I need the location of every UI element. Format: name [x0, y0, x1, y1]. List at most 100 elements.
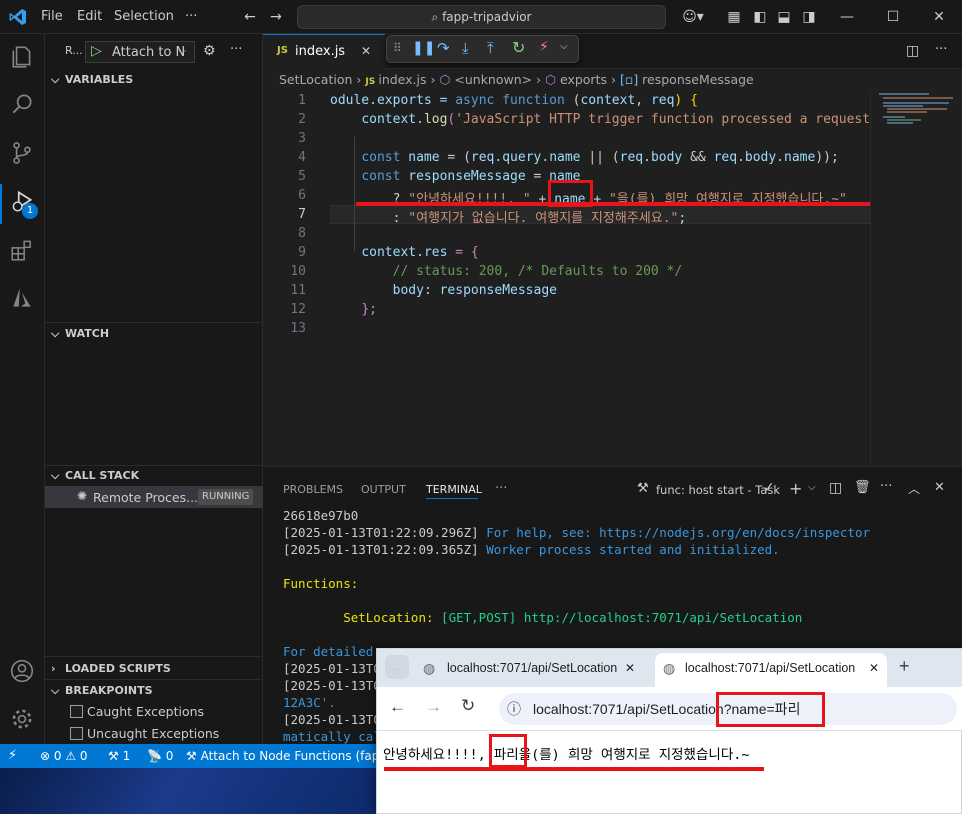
new-tab-icon[interactable]: + [899, 656, 910, 677]
reload-icon[interactable]: ↻ [461, 696, 475, 716]
variables-section[interactable]: ⌵ VARIABLES [45, 69, 263, 91]
toggle-secondary-sidebar-icon[interactable]: ◨ [800, 8, 818, 26]
desktop-wallpaper [0, 768, 376, 814]
code-token: . [541, 150, 550, 165]
tab-terminal[interactable]: TERMINAL [426, 483, 482, 496]
terminal-more-icon[interactable]: ··· [880, 479, 892, 494]
breadcrumb-folder[interactable]: SetLocation [279, 72, 352, 87]
panel-more-icon[interactable]: ··· [495, 481, 507, 496]
terminal-text: For help, see: https://nodejs.org/en/doc… [486, 525, 871, 540]
editor-more-icon[interactable]: ··· [935, 42, 947, 57]
trash-icon[interactable]: 🗑 [854, 480, 871, 495]
menu-edit[interactable]: Edit [77, 9, 102, 24]
breadcrumb-file[interactable]: index.js [378, 72, 426, 87]
copilot-icon[interactable]: ☺▾ [678, 8, 708, 26]
code-token: context [361, 245, 417, 260]
step-over-icon[interactable]: ↷ [437, 39, 450, 57]
forward-arrow-icon[interactable]: → [425, 697, 442, 717]
menu-file[interactable]: File [41, 9, 63, 24]
tab-search-chevron-icon[interactable]: ⌄ [385, 655, 409, 679]
broadcast-status[interactable]: 📡 0 [147, 744, 173, 768]
loaded-scripts-section[interactable]: › LOADED SCRIPTS [45, 658, 263, 680]
account-icon[interactable] [8, 658, 36, 686]
problems-status[interactable]: ⊗ 0 ⚠ 0 [40, 744, 88, 768]
source-control-icon[interactable] [8, 140, 36, 168]
pause-icon[interactable]: ❚❚ [412, 40, 435, 56]
call-stack-item[interactable]: ✺ Remote Proces... RUNNING [45, 486, 263, 508]
disconnect-icon[interactable]: ⚡ [539, 39, 549, 55]
title-bar: File Edit Selection ··· ← → ⌕ fapp-tripa… [0, 0, 962, 34]
caught-exceptions-checkbox[interactable] [70, 705, 83, 718]
azure-icon[interactable] [8, 285, 36, 313]
close-tab-icon[interactable]: ✕ [625, 653, 635, 683]
drag-handle-icon[interactable]: ⠿ [393, 41, 402, 55]
browser-window: ⌄ ◍ localhost:7071/api/SetLocation ✕ ◍ l… [376, 648, 962, 814]
step-out-icon[interactable]: ⤒ [487, 39, 494, 57]
tab-output[interactable]: OUTPUT [361, 483, 406, 496]
browser-toolbar: ← → ↻ ⓘ localhost:7071/api/SetLocation?n… [377, 687, 962, 731]
line-number: 13 [290, 321, 306, 336]
browser-tab-1[interactable]: ◍ localhost:7071/api/SetLocation ✕ [417, 653, 645, 687]
search-view-icon[interactable] [8, 91, 36, 119]
command-center-search[interactable]: ⌕ fapp-tripadvior [297, 5, 666, 29]
menu-selection[interactable]: Selection [114, 9, 174, 24]
start-debug-icon[interactable]: ▷ [91, 43, 102, 59]
terminal-line: matically cal [283, 729, 381, 744]
code-token: && [682, 150, 714, 165]
more-actions-icon[interactable]: ··· [230, 42, 242, 57]
check-icon[interactable]: ✓ [763, 480, 775, 496]
site-info-icon[interactable]: ⓘ [507, 693, 521, 725]
debug-toolbar: ⠿ ❚❚ ↷ ⤓ ⤒ ↻ ⚡ ⌵ [386, 35, 579, 63]
explorer-icon[interactable] [8, 44, 36, 72]
toggle-sidebar-icon[interactable]: ◧ [751, 8, 769, 26]
ports-status[interactable]: ⚒ 1 [108, 744, 130, 768]
code-editor[interactable]: 1 2 3 4 5 6 7 8 9 10 11 12 13 odule.expo… [263, 91, 870, 465]
close-panel-icon[interactable]: ✕ [934, 480, 945, 495]
debug-settings-gear-icon[interactable]: ⚙ [203, 43, 216, 59]
underline-line-6 [356, 202, 870, 206]
minimize-icon[interactable]: — [838, 8, 856, 26]
debug-status[interactable]: ⚒ Attach to Node Functions (fapp- [186, 744, 391, 768]
new-terminal-icon[interactable]: + [789, 479, 802, 498]
restart-icon[interactable]: ↻ [512, 38, 525, 57]
toggle-panel-icon[interactable]: ⬓ [775, 8, 793, 26]
terminal-task-label[interactable]: func: host start - Task [656, 483, 780, 497]
loaded-scripts-header: LOADED SCRIPTS [65, 662, 171, 675]
remote-icon[interactable]: ⚡ [8, 744, 17, 768]
split-editor-icon[interactable]: ◫ [906, 43, 919, 59]
watch-section[interactable]: ⌵ WATCH [45, 323, 263, 345]
forward-arrow-icon[interactable]: → [267, 8, 285, 26]
back-arrow-icon[interactable]: ← [389, 697, 406, 717]
chevron-up-icon[interactable]: ︿ [908, 480, 920, 497]
customize-layout-icon[interactable]: ▦ [725, 8, 743, 26]
tab-index-js[interactable]: JS index.js ✕ [263, 34, 385, 69]
minimap[interactable] [870, 91, 962, 465]
breadcrumb-symbol-response[interactable]: responseMessage [642, 72, 754, 87]
breakpoints-section[interactable]: ⌵ BREAKPOINTS [45, 680, 263, 702]
split-terminal-icon[interactable]: ◫ [829, 480, 842, 496]
uncaught-exceptions-checkbox[interactable] [70, 727, 83, 740]
browser-tab-2-active[interactable]: ◍ localhost:7071/api/SetLocation ✕ [655, 653, 887, 687]
close-tab-icon[interactable]: ✕ [361, 44, 371, 58]
minimap-line [883, 97, 953, 99]
terminal-text: SetLocation: [283, 610, 442, 625]
back-arrow-icon[interactable]: ← [241, 8, 259, 26]
call-stack-section[interactable]: ⌵ CALL STACK [45, 465, 263, 487]
close-window-icon[interactable]: ✕ [930, 8, 948, 26]
bug-icon: ✺ [77, 489, 88, 503]
step-into-icon[interactable]: ⤓ [462, 39, 469, 57]
breadcrumb-symbol-unknown[interactable]: <unknown> [454, 72, 532, 87]
chevron-down-icon[interactable]: ⌵ [808, 482, 816, 493]
extensions-icon[interactable] [8, 237, 36, 265]
menu-more[interactable]: ··· [185, 9, 197, 24]
terminal-line: [2025-01-13T0 [283, 678, 381, 693]
close-tab-icon[interactable]: ✕ [865, 653, 880, 683]
breadcrumb-symbol-exports[interactable]: exports [560, 72, 607, 87]
manage-gear-icon[interactable] [8, 706, 36, 734]
tab-problems[interactable]: PROBLEMS [283, 483, 343, 496]
chevron-down-icon[interactable]: ⌵ [560, 41, 568, 52]
maximize-icon[interactable]: ☐ [884, 8, 902, 26]
debug-config-select[interactable]: ▷ Attach to N ⌵ [85, 41, 195, 63]
